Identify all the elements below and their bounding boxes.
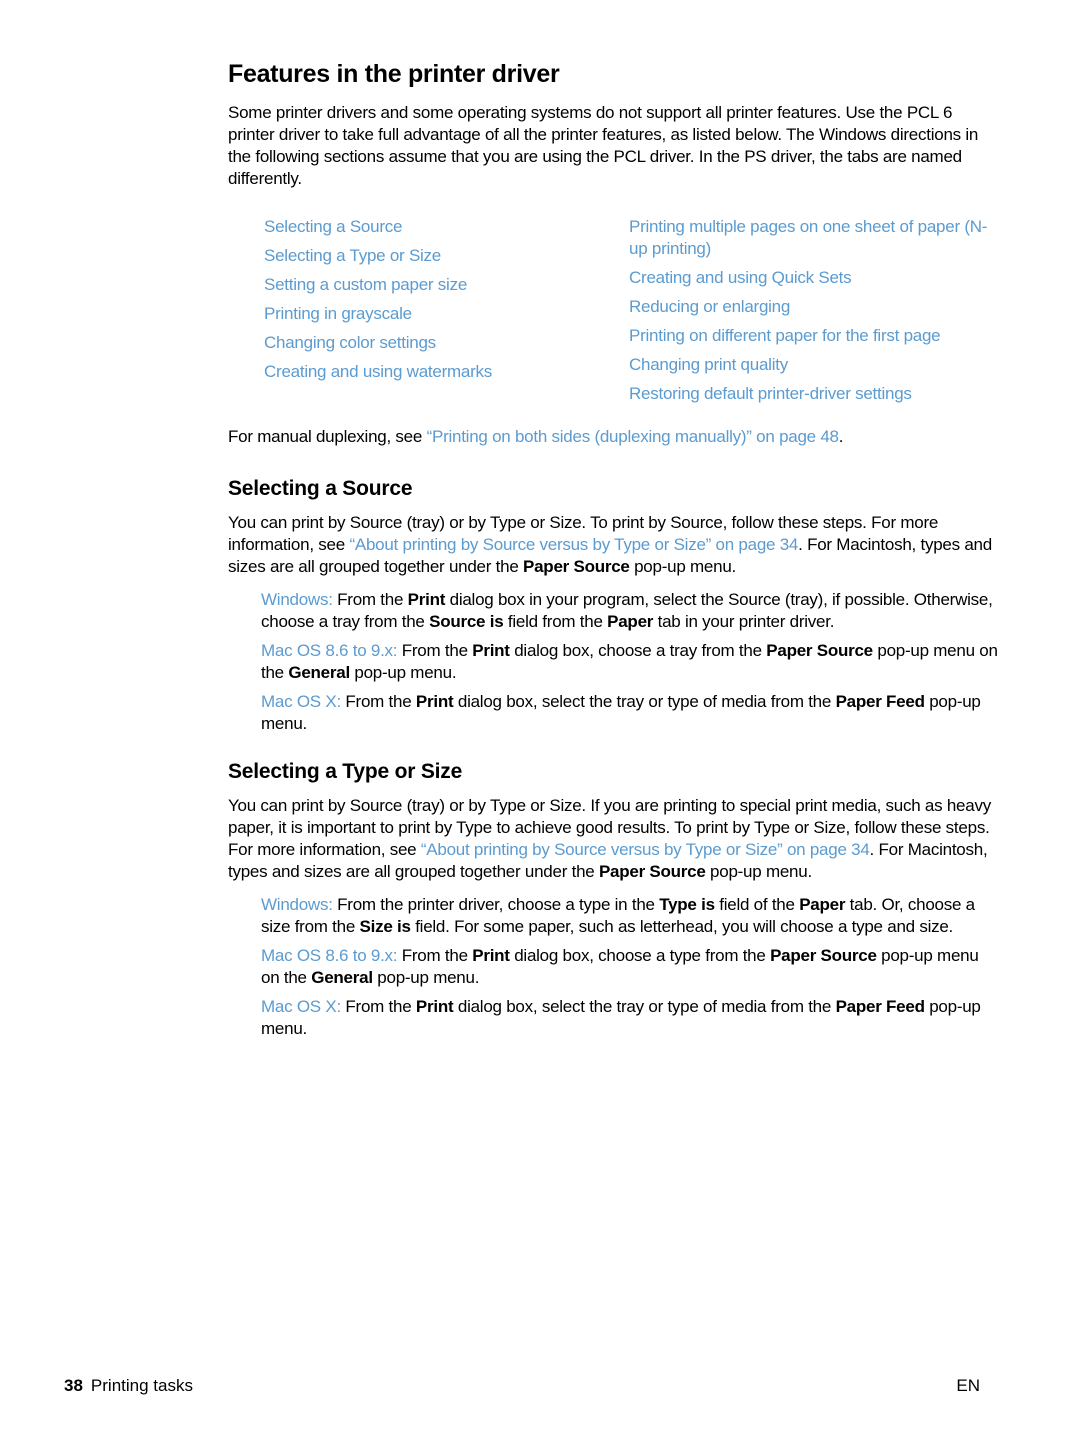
body-text: pop-up menu. [705,862,812,881]
step-text: From the printer driver, choose a type i… [332,895,660,914]
bold-term: General [311,968,373,987]
step-text: From the [340,997,416,1016]
step-text: dialog box, choose a type from the [509,946,771,965]
step-text: From the [340,692,416,711]
type-step-windows: Windows: From the printer driver, choose… [261,894,998,938]
bold-term: Paper Feed [835,692,925,711]
page-number: 38 [64,1376,83,1395]
os-label: Windows: [261,895,333,914]
link-color-settings[interactable]: Changing color settings [264,332,629,354]
link-n-up-printing[interactable]: Printing multiple pages on one sheet of … [629,216,998,260]
type-step-macx: Mac OS X: From the Print dialog box, sel… [261,996,998,1040]
link-duplexing-manually[interactable]: “Printing on both sides (duplexing manua… [427,427,839,446]
duplex-prefix: For manual duplexing, see [228,427,427,446]
step-text: From the [332,590,408,609]
link-grayscale[interactable]: Printing in grayscale [264,303,629,325]
duplex-suffix: . [838,427,844,446]
step-text: field of the [714,895,800,914]
link-custom-paper-size[interactable]: Setting a custom paper size [264,274,629,296]
language-code: EN [956,1376,980,1395]
step-text: dialog box, select the tray or type of m… [453,997,836,1016]
bold-term: Print [472,641,510,660]
footer-left: 38 Printing tasks [64,1376,193,1396]
type-step-mac9: Mac OS 8.6 to 9.x: From the Print dialog… [261,945,998,989]
bold-term: Type is [659,895,715,914]
source-step-windows: Windows: From the Print dialog box in yo… [261,589,998,633]
bold-term: Print [415,997,454,1016]
heading-selecting-source: Selecting a Source [228,477,413,500]
page-footer: 38 Printing tasks EN [64,1376,980,1396]
link-about-printing-source[interactable]: “About printing by Source versus by Type… [349,535,798,554]
type-body: You can print by Source (tray) or by Typ… [228,795,998,883]
bold-term: Source is [429,612,504,631]
step-text: From the [397,641,473,660]
bold-term: Print [472,946,510,965]
os-label: Windows: [261,590,333,609]
bold-term: Print [407,590,446,609]
os-label: Mac OS 8.6 to 9.x: [261,946,398,965]
step-text: field from the [503,612,608,631]
heading-selecting-type-size: Selecting a Type or Size [228,760,463,783]
link-print-quality[interactable]: Changing print quality [629,354,998,376]
step-text: field. For some paper, such as letterhea… [410,917,954,936]
page-title: Features in the printer driver [228,60,560,88]
bold-term: Print [415,692,454,711]
page-content: Features in the printer driver Some prin… [228,58,998,1047]
bold-term: Paper [607,612,654,631]
body-text: pop-up menu. [629,557,737,576]
link-quick-sets[interactable]: Creating and using Quick Sets [629,267,998,289]
step-text: pop-up menu. [372,968,480,987]
bold-term: Paper Source [770,946,877,965]
chapter-name: Printing tasks [90,1376,193,1395]
os-label: Mac OS X: [261,692,341,711]
step-text: tab in your printer driver. [653,612,835,631]
step-text: dialog box, choose a tray from the [509,641,767,660]
source-step-macx: Mac OS X: From the Print dialog box, sel… [261,691,998,735]
intro-paragraph: Some printer drivers and some operating … [228,103,979,188]
bold-term: Size is [359,917,411,936]
bold-term: Paper [799,895,846,914]
link-selecting-type-size[interactable]: Selecting a Type or Size [264,245,629,267]
duplex-note: For manual duplexing, see “Printing on b… [228,426,998,448]
link-selecting-source[interactable]: Selecting a Source [264,216,629,238]
link-watermarks[interactable]: Creating and using watermarks [264,361,629,383]
os-label: Mac OS X: [261,997,341,1016]
bold-term: General [288,663,350,682]
os-label: Mac OS 8.6 to 9.x: [261,641,398,660]
source-step-mac9: Mac OS 8.6 to 9.x: From the Print dialog… [261,640,998,684]
link-first-page-paper[interactable]: Printing on different paper for the firs… [629,325,998,347]
step-text: pop-up menu. [349,663,457,682]
bold-term: Paper Source [523,557,630,576]
bold-term: Paper Feed [835,997,925,1016]
source-body: You can print by Source (tray) or by Typ… [228,512,998,578]
bold-term: Paper Source [598,862,706,881]
feature-link-list: Selecting a Source Selecting a Type or S… [264,216,998,412]
step-text: From the [397,946,473,965]
link-about-printing-type[interactable]: “About printing by Source versus by Type… [421,840,870,859]
bold-term: Paper Source [766,641,873,660]
step-text: dialog box, select the tray or type of m… [453,692,836,711]
feature-links-right: Printing multiple pages on one sheet of … [629,216,998,412]
link-restore-defaults[interactable]: Restoring default printer-driver setting… [629,383,998,405]
link-reducing-enlarging[interactable]: Reducing or enlarging [629,296,998,318]
feature-links-left: Selecting a Source Selecting a Type or S… [264,216,629,412]
